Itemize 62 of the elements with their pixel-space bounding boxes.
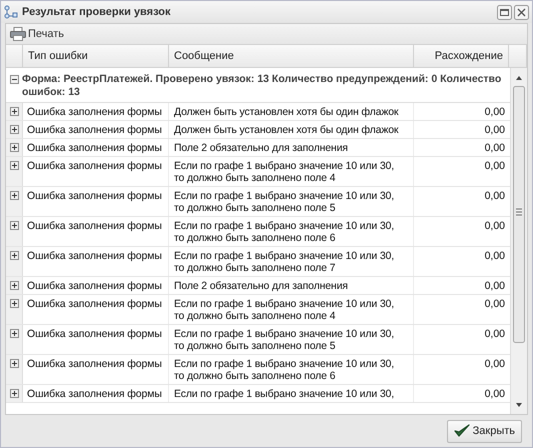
table-cell: Если по графе 1 выбрано значение 10 или 30, то должно быть заполнено поле 4 <box>169 295 414 324</box>
table-cell-text: 0,00 <box>484 279 506 294</box>
table-cell-text: 0,00 <box>484 327 506 342</box>
table-cell-text: 0,00 <box>484 141 506 156</box>
expand-icon[interactable] <box>10 329 19 338</box>
expand-icon[interactable] <box>10 143 19 152</box>
scrollbar[interactable] <box>510 68 527 414</box>
table-cell: Должен быть установлен хотя бы один флажок <box>169 121 414 138</box>
close-button[interactable] <box>514 4 529 20</box>
table-cell: Ошибка заполнения формы <box>23 247 169 276</box>
print-button[interactable]: Печать <box>8 26 66 42</box>
table-cell: Ошибка заполнения формы <box>23 325 169 354</box>
table-cell: Ошибка заполнения формы <box>23 217 169 246</box>
expand-icon[interactable] <box>10 125 19 134</box>
expand-icon[interactable] <box>10 251 19 260</box>
table-cell: Ошибка заполнения формы <box>23 187 169 216</box>
table-cell: Ошибка заполнения формы <box>23 385 169 402</box>
table-cell: Если по графе 1 выбрано значение 10 или 30, то должно быть заполнено поле 4 <box>169 157 414 186</box>
table-cell: Ошибка заполнения формы <box>23 103 169 120</box>
printer-icon <box>10 27 26 41</box>
column-header[interactable]: Сообщение <box>169 45 414 67</box>
expand-icon[interactable] <box>10 221 19 230</box>
table-cell-text: 0,00 <box>484 357 506 372</box>
expand-icon[interactable] <box>10 161 19 170</box>
expand-icon[interactable] <box>10 299 19 308</box>
table-cell-text: 0,00 <box>484 189 506 204</box>
close-button[interactable]: Закрыть <box>446 420 522 442</box>
table-cell-text: 0,00 <box>484 219 506 234</box>
table-cell-text: 0,00 <box>484 159 506 174</box>
table-cell: Ошибка заполнения формы <box>23 355 169 384</box>
table-cell: Если по графе 1 выбрано значение 10 или 30, <box>169 385 414 402</box>
table-cell: Должен быть установлен хотя бы один флажок <box>169 103 414 120</box>
table-cell: Ошибка заполнения формы <box>23 139 169 156</box>
table-cell: Если по графе 1 выбрано значение 10 или 30, то должно быть заполнено поле 5 <box>169 187 414 216</box>
table-cell-text: 0,00 <box>484 249 506 264</box>
table-cell-text: 0,00 <box>484 123 506 138</box>
expand-icon[interactable] <box>10 389 19 398</box>
table-cell: Ошибка заполнения формы <box>23 157 169 186</box>
table-cell: Поле 2 обязательно для заполнения <box>169 139 414 156</box>
table-cell: Ошибка заполнения формы <box>23 121 169 138</box>
table-cell: Если по графе 1 выбрано значение 10 или 30, то должно быть заполнено поле 6 <box>169 355 414 384</box>
table-cell: Ошибка заполнения формы <box>23 277 169 294</box>
table-cell-text: 0,00 <box>484 297 506 312</box>
table-cell: Если по графе 1 выбрано значение 10 или 30, то должно быть заполнено поле 5 <box>169 325 414 354</box>
collapse-icon[interactable] <box>10 75 19 84</box>
expand-icon[interactable] <box>10 191 19 200</box>
table-cell: Если по графе 1 выбрано значение 10 или 30, то должно быть заполнено поле 6 <box>169 217 414 246</box>
window-title: Результат проверки увязок <box>22 6 172 18</box>
table-cell-text: 0,00 <box>484 105 506 120</box>
table-cell: Если по графе 1 выбрано значение 10 или 30, то должно быть заполнено поле 7 <box>169 247 414 276</box>
table-cell-text: 0,00 <box>484 387 506 402</box>
column-header[interactable]: Расхождение <box>414 45 509 67</box>
checkmark-icon <box>454 424 470 438</box>
column-header[interactable]: Тип ошибки <box>23 45 169 67</box>
table-cell: Поле 2 обязательно для заполнения <box>169 277 414 294</box>
app-icon <box>4 5 18 19</box>
expand-icon[interactable] <box>10 107 19 116</box>
maximize-button[interactable] <box>497 4 512 20</box>
table-cell: Ошибка заполнения формы <box>23 295 169 324</box>
expand-icon[interactable] <box>10 359 19 368</box>
expand-icon[interactable] <box>10 281 19 290</box>
group-header: Форма: РеестрПлатежей. Проверено увязок: 13 Количество предупреждений: 0 Количество ошибок: 13 <box>22 73 502 99</box>
